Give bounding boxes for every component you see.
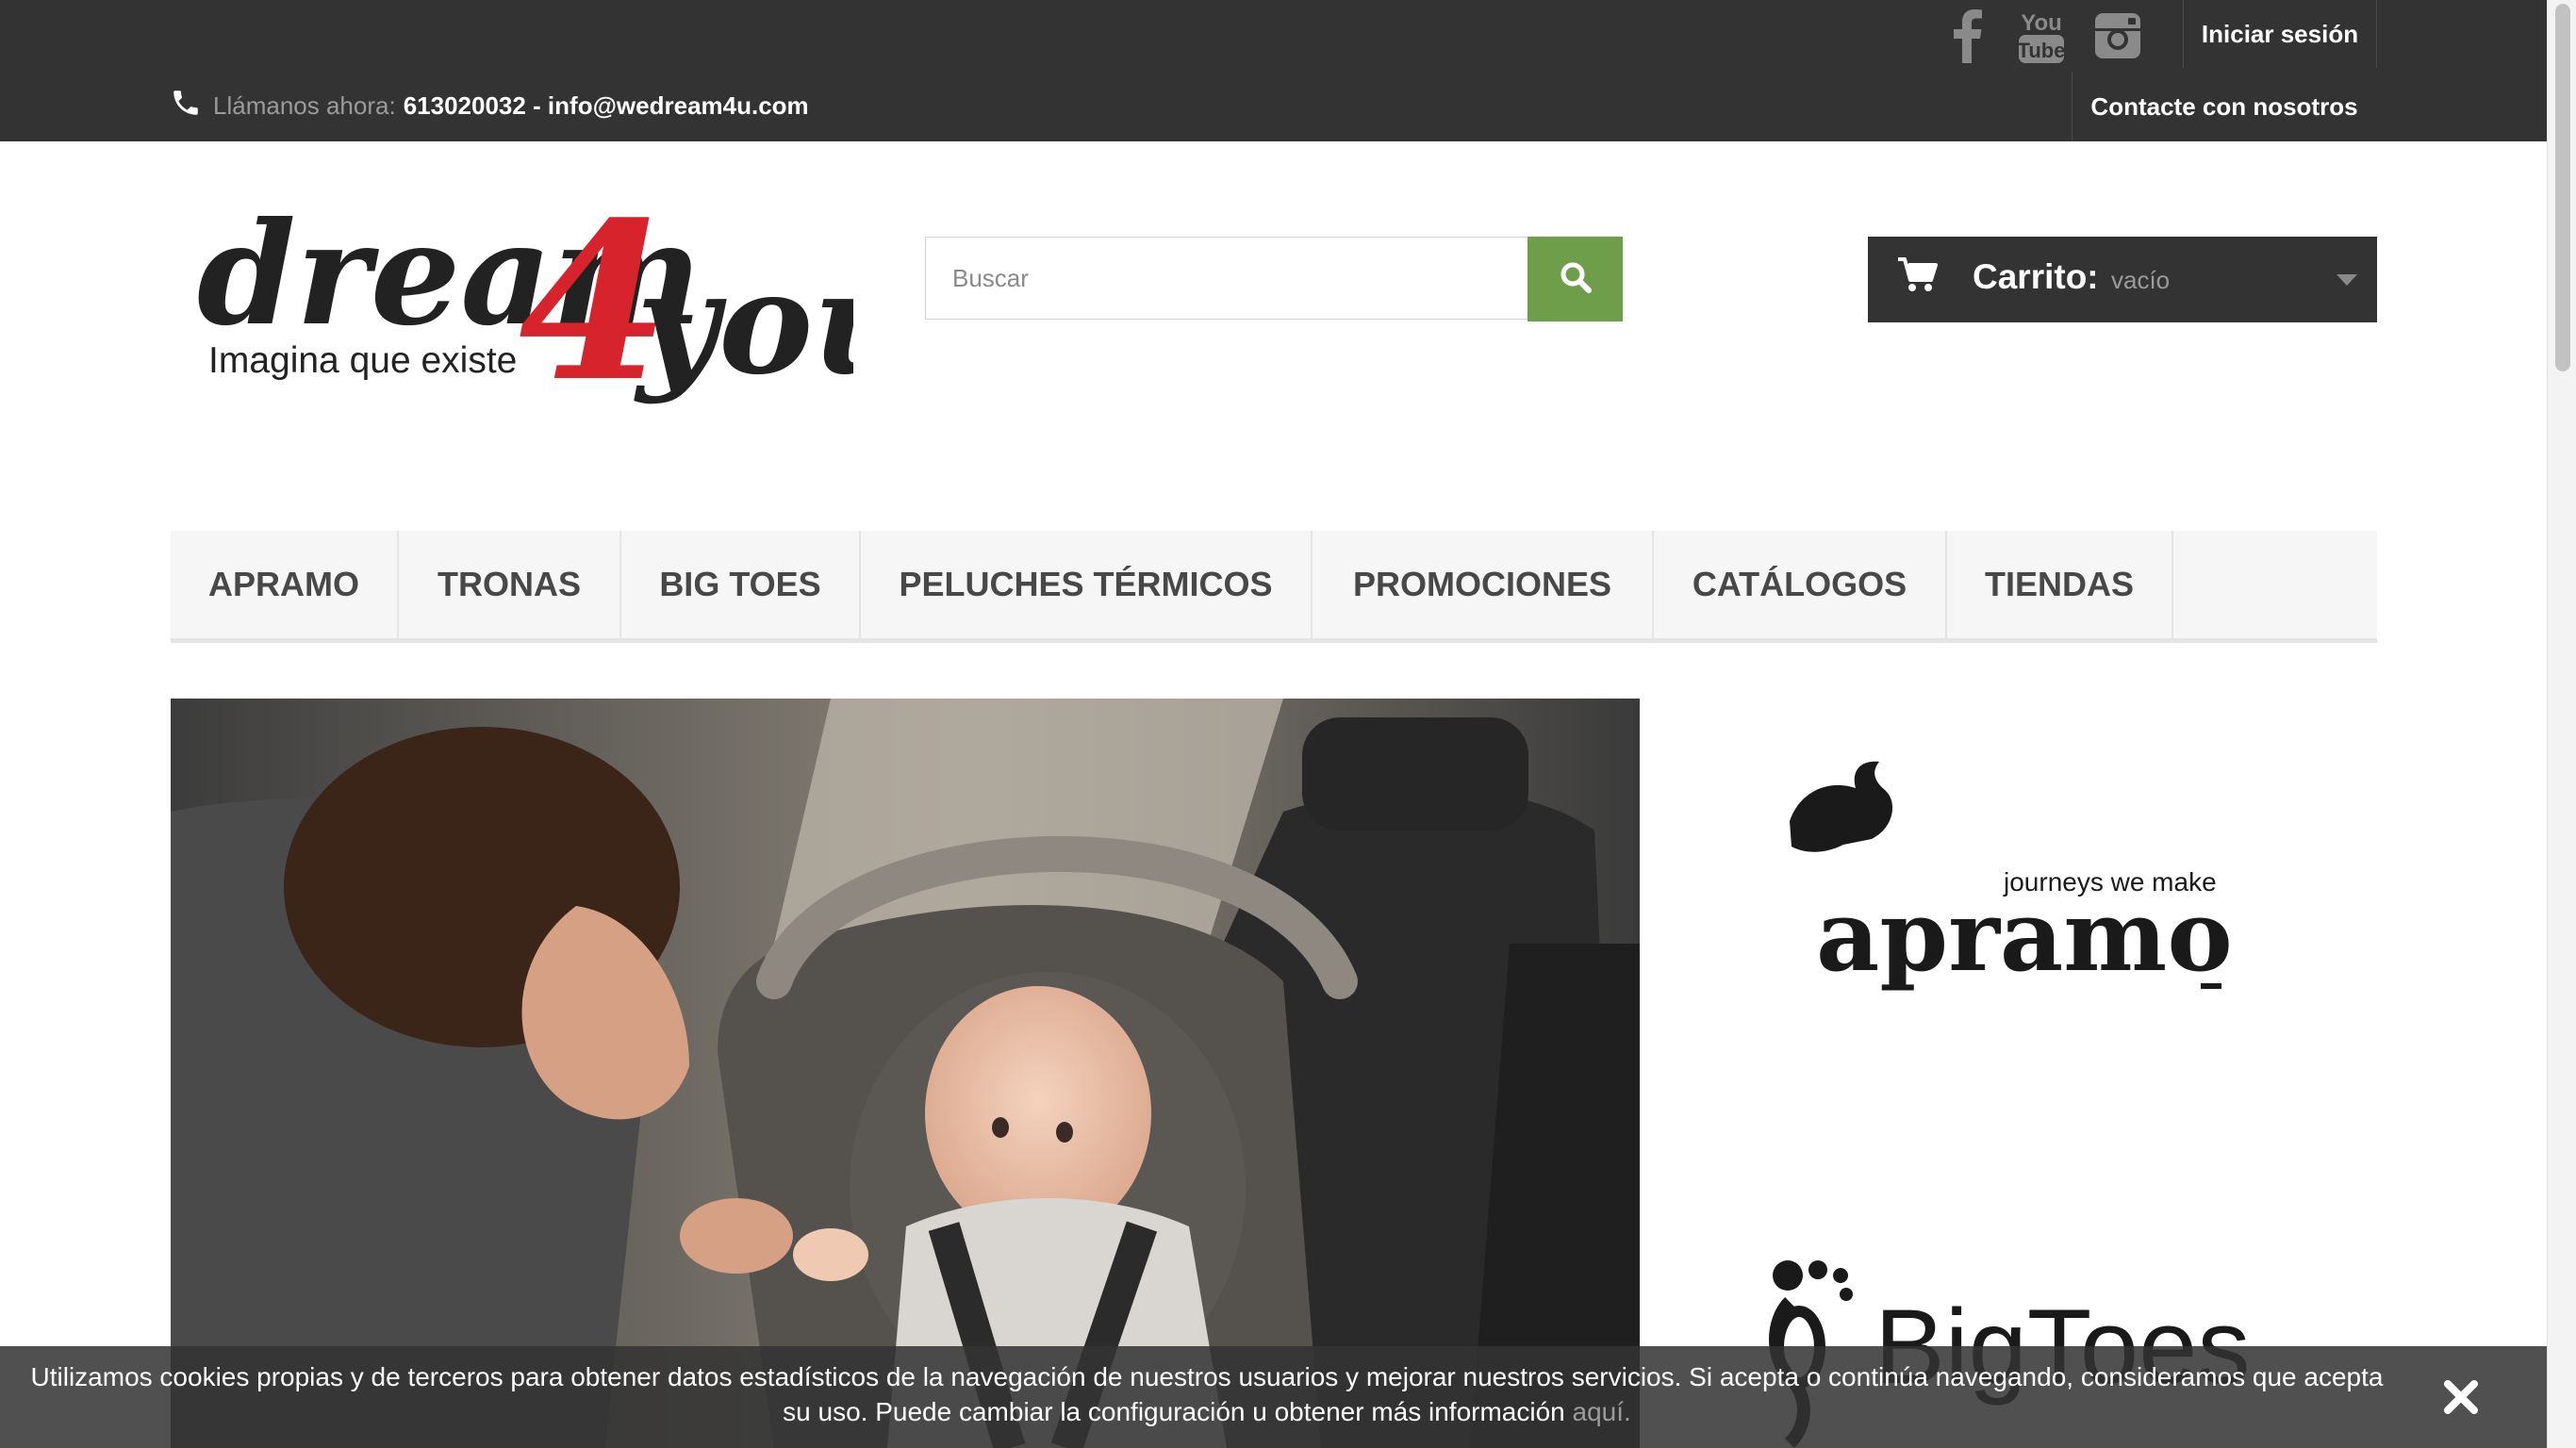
logo-tagline: Imagina que existe xyxy=(208,340,517,381)
cart-icon xyxy=(1896,255,1940,298)
menu-item-apramo[interactable]: APRAMO xyxy=(171,531,399,638)
main-menu: APRAMO TRONAS BIG TOES PELUCHES TÉRMICOS… xyxy=(171,531,2377,643)
menu-item-peluches-termicos[interactable]: PELUCHES TÉRMICOS xyxy=(861,531,1313,638)
cart-label: Carrito: xyxy=(1973,257,2099,296)
search-input[interactable] xyxy=(925,237,1528,320)
apramo-logo[interactable]: journeys we make apramo xyxy=(1790,761,2233,994)
menu-item-tiendas[interactable]: TIENDAS xyxy=(1947,531,2173,638)
menu-item-big-toes[interactable]: BIG TOES xyxy=(621,531,861,638)
cart-block[interactable]: Carrito: vacío xyxy=(1868,237,2377,322)
facebook-icon[interactable] xyxy=(1942,4,1991,68)
youtube-text-top: You xyxy=(2021,10,2062,36)
youtube-icon[interactable]: You Tube xyxy=(2015,4,2068,68)
cookie-banner: Utilizamos cookies propias y de terceros… xyxy=(0,1346,2547,1448)
cookie-message: Utilizamos cookies propias y de terceros… xyxy=(19,1359,2395,1429)
page-scrollbar[interactable] xyxy=(2547,0,2576,1448)
hero-image[interactable] xyxy=(171,699,1640,1448)
call-value: 613020032 - info@wedream4u.com xyxy=(403,90,809,120)
youtube-text-bottom: Tube xyxy=(2018,39,2066,62)
search-box xyxy=(925,237,1623,321)
contact-link[interactable]: Contacte con nosotros xyxy=(2072,72,2376,141)
instagram-icon[interactable] xyxy=(2091,4,2144,68)
close-icon[interactable] xyxy=(2442,1378,2480,1416)
cookie-more-info-link[interactable]: aquí. xyxy=(1573,1397,1631,1426)
cookie-text-line1: Utilizamos cookies propias y de terceros… xyxy=(30,1362,2384,1391)
cookie-text-line2: su uso. Puede cambiar la configuración u… xyxy=(783,1397,1565,1426)
scrollbar-thumb[interactable] xyxy=(2555,4,2570,371)
call-label: Llámanos ahora: xyxy=(213,90,396,120)
chevron-down-icon[interactable] xyxy=(2337,274,2357,286)
site-logo[interactable]: dream 4 you Imagina que existe xyxy=(193,175,916,457)
logo-word-you: you xyxy=(634,240,853,406)
cart-status: vacío xyxy=(2111,266,2171,294)
phone-icon xyxy=(170,87,202,125)
top-bar: You Tube Iniciar sesión Contacte con nos… xyxy=(0,0,2547,141)
apramo-wordmark: apramo xyxy=(1816,878,2233,994)
login-link[interactable]: Iniciar sesión xyxy=(2183,0,2377,68)
brand-banner[interactable]: journeys we make apramo BigToes xyxy=(1648,699,2377,1448)
menu-item-promociones[interactable]: PROMOCIONES xyxy=(1313,531,1654,638)
call-info: Llámanos ahora: 613020032 - info@wedream… xyxy=(170,83,809,128)
menu-item-tronas[interactable]: TRONAS xyxy=(399,531,621,638)
search-button[interactable] xyxy=(1527,237,1623,321)
search-icon xyxy=(1559,260,1593,299)
menu-item-catalogos[interactable]: CATÁLOGOS xyxy=(1654,531,1947,638)
